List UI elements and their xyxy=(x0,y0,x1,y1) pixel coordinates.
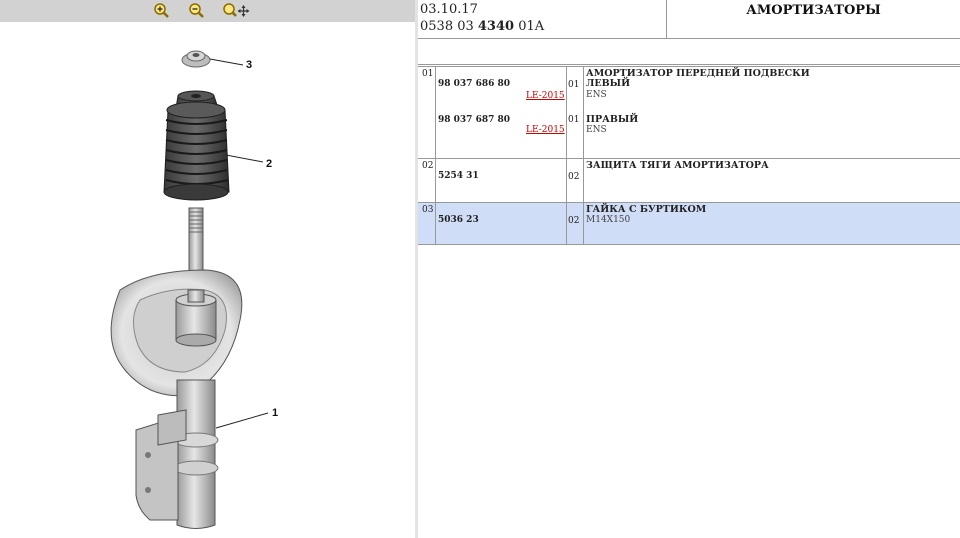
part-description-side: ЛЕВЫЙ xyxy=(586,78,631,89)
part-description: ЗАЩИТА ТЯГИ АМОРТИЗАТОРА xyxy=(586,160,769,171)
ref-number: 01 xyxy=(422,69,434,79)
part-sub: ENS xyxy=(586,125,607,135)
quantity: 02 xyxy=(568,216,580,226)
ref-number: 03 xyxy=(422,205,434,215)
shock-absorber xyxy=(110,207,243,529)
part-number[interactable]: 98 037 686 80 xyxy=(438,79,510,90)
callout-line-1 xyxy=(215,412,269,429)
table-row[interactable]: 01 98 037 686 80 LE-2015 01 АМОРТИЗАТОР … xyxy=(418,66,960,159)
dust-boot xyxy=(163,90,230,201)
table-row[interactable]: 02 5254 31 02 ЗАЩИТА ТЯГИ АМОРТИЗАТОРА xyxy=(418,158,960,203)
illustration-pane: 3 2 1 xyxy=(0,0,415,538)
quantity: 01 xyxy=(568,80,580,90)
catalog-code: 0538 03 4340 01A xyxy=(420,19,545,34)
quantity: 02 xyxy=(568,172,580,182)
catalog-date: 03.10.17 xyxy=(420,2,478,17)
callout-line-2 xyxy=(225,154,264,163)
callout-3: 3 xyxy=(246,59,252,71)
page-title: АМОРТИЗАТОРЫ xyxy=(666,0,960,38)
parts-list-pane: 03.10.17 0538 03 4340 01A АМОРТИЗАТОРЫ 0… xyxy=(418,0,960,538)
part-number[interactable]: 5254 31 xyxy=(438,171,479,182)
quantity: 01 xyxy=(568,115,580,125)
callout-1: 1 xyxy=(272,407,278,419)
part-sub: M14X150 xyxy=(586,215,631,225)
part-description: ГАЙКА С БУРТИКОМ xyxy=(586,204,707,215)
callout-line-3 xyxy=(209,58,244,66)
part-sub: ENS xyxy=(586,90,607,100)
note-link[interactable]: LE-2015 xyxy=(526,125,565,136)
part-description: ПРАВЫЙ xyxy=(586,114,639,125)
flange-nut xyxy=(181,50,211,68)
part-number[interactable]: 5036 23 xyxy=(438,215,479,226)
shock-absorber-diagram: 3 2 1 xyxy=(110,50,278,529)
table-row-selected[interactable]: 03 5036 23 02 ГАЙКА С БУРТИКОМ M14X150 xyxy=(418,202,960,245)
note-link[interactable]: LE-2015 xyxy=(526,91,565,102)
ref-number: 02 xyxy=(422,161,434,171)
part-number[interactable]: 98 037 687 80 xyxy=(438,115,510,126)
callout-2: 2 xyxy=(266,158,272,170)
